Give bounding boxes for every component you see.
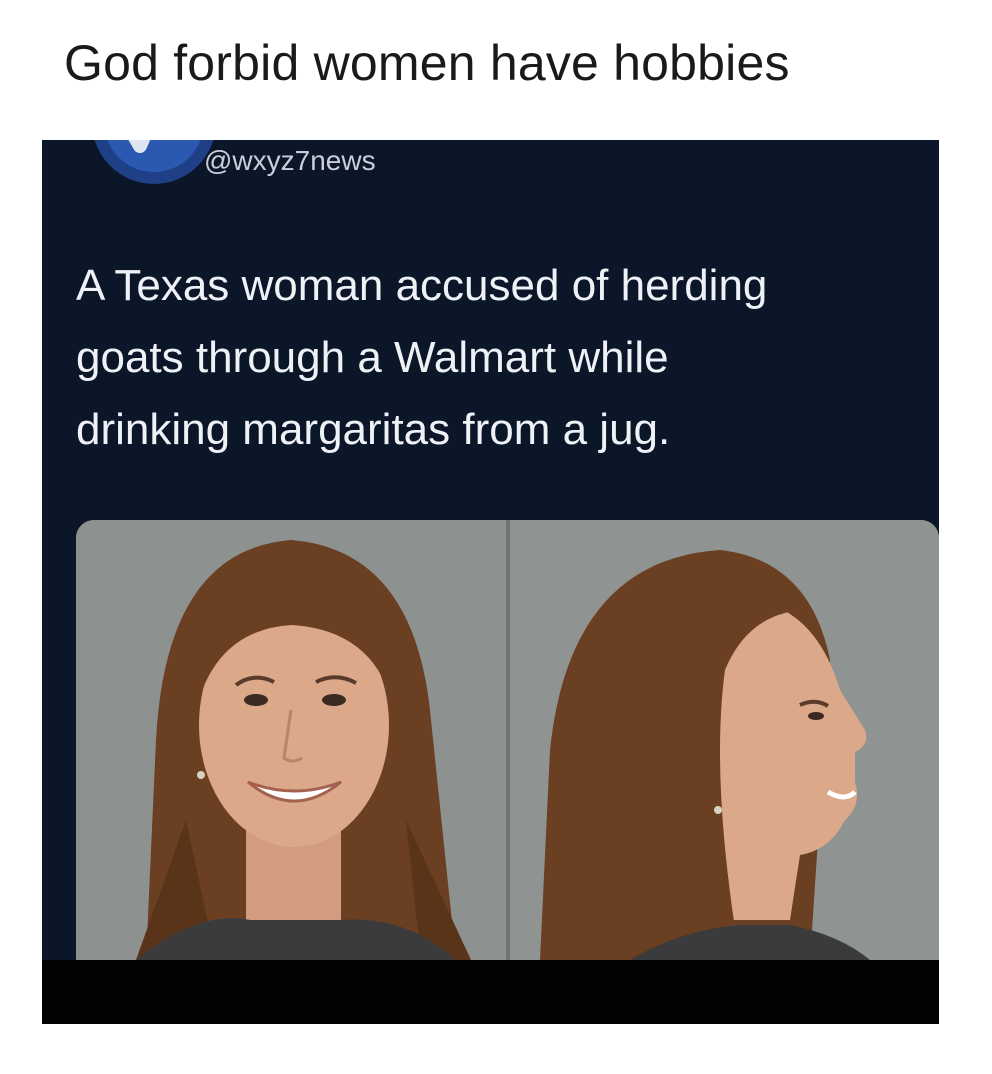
news-post-screenshot: abc @wxyz7news A Texas woman accused of … — [42, 140, 939, 1024]
mugshot-photos[interactable] — [76, 520, 939, 960]
mugshot-profile-photo — [510, 520, 939, 960]
post-headline: A Texas woman accused of herding goats t… — [76, 250, 916, 466]
headline-line: goats through a Walmart while — [76, 333, 669, 382]
black-bottom-bar — [42, 960, 939, 1024]
headline-line: drinking margaritas from a jug. — [76, 405, 671, 454]
abc-logo-icon: abc — [94, 140, 214, 184]
headline-line: A Texas woman accused of herding — [76, 261, 768, 310]
account-handle[interactable]: @wxyz7news — [204, 145, 376, 177]
mugshot-front-photo — [76, 520, 506, 960]
meme-caption: God forbid women have hobbies — [64, 35, 790, 91]
